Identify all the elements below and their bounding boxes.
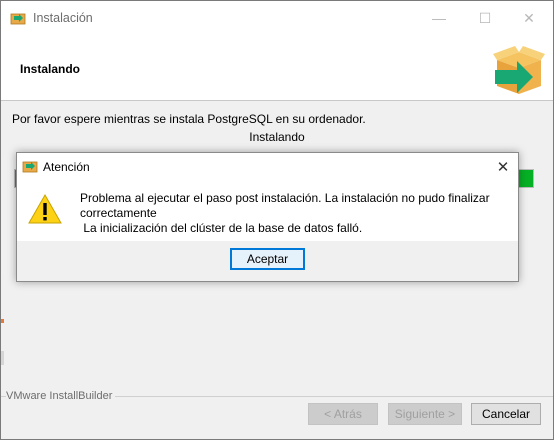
warning-dialog: Atención ✕ Problema al ejecutar el paso … <box>16 152 519 282</box>
minimize-button[interactable]: — <box>417 1 461 35</box>
install-message: Por favor espere mientras se instala Pos… <box>12 112 366 126</box>
page-title: Instalando <box>20 62 81 76</box>
edge-mark <box>1 351 4 365</box>
window-titlebar[interactable]: Instalación — ☐ ✕ <box>1 1 553 35</box>
bitrock-box-logo <box>493 46 545 94</box>
install-status: Instalando <box>249 130 305 144</box>
back-button[interactable]: < Atrás <box>308 403 378 425</box>
dialog-body: Problema al ejecutar el paso post instal… <box>17 181 518 241</box>
dialog-message: Problema al ejecutar el paso post instal… <box>80 191 490 235</box>
accept-button[interactable]: Aceptar <box>230 248 305 270</box>
maximize-icon: ☐ <box>478 9 492 26</box>
dialog-title: Atención <box>43 160 90 174</box>
page-header: Instalando <box>1 35 553 101</box>
minimize-icon: — <box>432 10 446 26</box>
installer-box-icon <box>10 13 26 25</box>
window-title: Instalación <box>33 11 93 25</box>
close-button[interactable]: ✕ <box>507 1 551 35</box>
close-icon: ✕ <box>496 159 510 176</box>
installer-box-icon <box>22 161 38 173</box>
dialog-close-button[interactable]: ✕ <box>487 153 519 181</box>
warning-icon <box>28 193 62 224</box>
dialog-titlebar[interactable]: Atención ✕ <box>17 153 518 181</box>
next-button[interactable]: Siguiente > <box>388 403 462 425</box>
close-icon: ✕ <box>523 9 535 26</box>
edge-mark <box>1 319 4 323</box>
maximize-button[interactable]: ☐ <box>463 1 507 35</box>
cancel-button[interactable]: Cancelar <box>471 403 541 425</box>
dialog-footer: Aceptar <box>17 241 518 281</box>
installbuilder-brand: VMware InstallBuilder <box>6 390 116 402</box>
